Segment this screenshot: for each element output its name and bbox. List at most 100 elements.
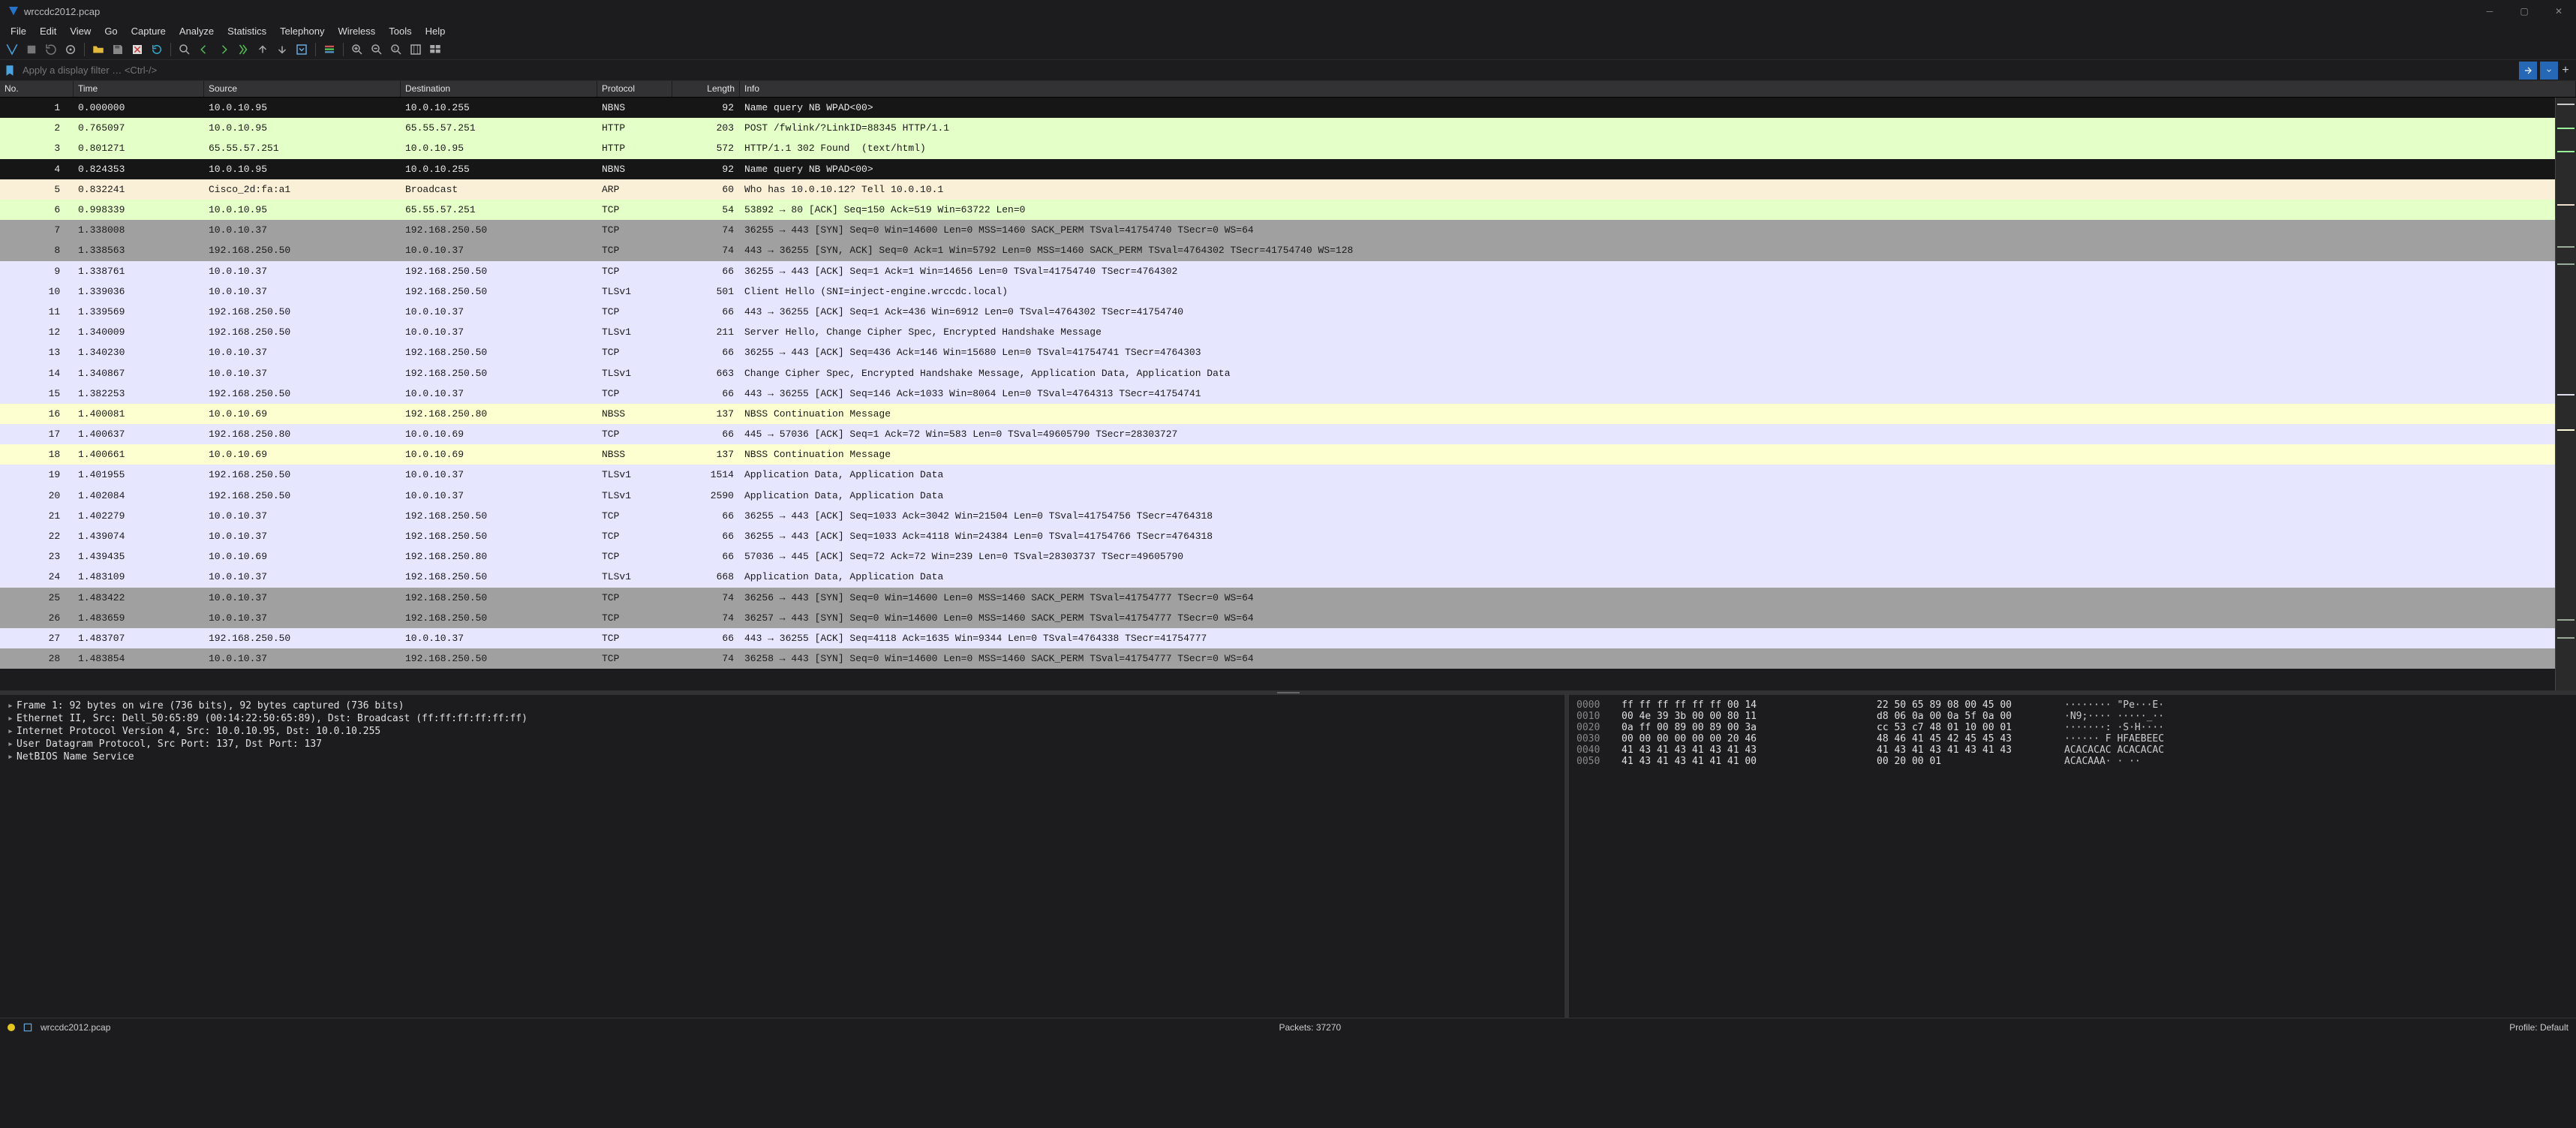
packet-row[interactable]: 5 0.832241Cisco_2d:fa:a1BroadcastARP60Wh… <box>0 179 2576 200</box>
go-to-packet-icon[interactable] <box>236 42 251 57</box>
save-file-icon[interactable] <box>110 42 125 57</box>
hex-line[interactable]: 00200a ff 00 89 00 89 00 3acc 53 c7 48 0… <box>1577 722 2568 733</box>
packet-row[interactable]: 11 1.339569192.168.250.5010.0.10.37TCP66… <box>0 302 2576 322</box>
packet-row[interactable]: 16 1.40008110.0.10.69192.168.250.80NBSS1… <box>0 404 2576 424</box>
bookmark-icon[interactable] <box>3 64 17 77</box>
tree-node[interactable]: ▸Internet Protocol Version 4, Src: 10.0.… <box>8 725 1557 738</box>
packet-row[interactable]: 17 1.400637192.168.250.8010.0.10.69TCP66… <box>0 424 2576 444</box>
hex-line[interactable]: 001000 4e 39 3b 00 00 80 11d8 06 0a 00 0… <box>1577 711 2568 722</box>
packet-row[interactable]: 1 0.00000010.0.10.9510.0.10.255NBNS92Nam… <box>0 98 2576 118</box>
minimize-button[interactable]: ─ <box>2472 0 2507 23</box>
auto-scroll-icon[interactable] <box>294 42 309 57</box>
menu-telephony[interactable]: Telephony <box>274 24 330 38</box>
col-info[interactable]: Info <box>740 81 2576 97</box>
col-destination[interactable]: Destination <box>401 81 597 97</box>
tree-node[interactable]: ▸User Datagram Protocol, Src Port: 137, … <box>8 738 1557 750</box>
maximize-button[interactable]: ▢ <box>2507 0 2541 23</box>
packet-row[interactable]: 24 1.48310910.0.10.37192.168.250.50TLSv1… <box>0 567 2576 587</box>
title-bar: wrccdc2012.pcap ─ ▢ ✕ <box>0 0 2576 23</box>
zoom-reset-icon[interactable]: 1 <box>389 42 404 57</box>
packet-row[interactable]: 25 1.48342210.0.10.37192.168.250.50TCP74… <box>0 588 2576 608</box>
menu-file[interactable]: File <box>5 24 32 38</box>
packet-row[interactable]: 19 1.401955192.168.250.5010.0.10.37TLSv1… <box>0 465 2576 485</box>
menu-go[interactable]: Go <box>98 24 123 38</box>
hex-line[interactable]: 004041 43 41 43 41 43 41 4341 43 41 43 4… <box>1577 744 2568 756</box>
go-forward-icon[interactable] <box>216 42 231 57</box>
packet-row[interactable]: 27 1.483707192.168.250.5010.0.10.37TCP66… <box>0 628 2576 648</box>
status-packets: Packets: 37270 <box>1279 1022 1341 1033</box>
reload-file-icon[interactable] <box>149 42 164 57</box>
restart-capture-icon[interactable] <box>44 42 59 57</box>
packet-row[interactable]: 7 1.33800810.0.10.37192.168.250.50TCP743… <box>0 220 2576 240</box>
menu-wireless[interactable]: Wireless <box>332 24 381 38</box>
resize-columns-icon[interactable] <box>408 42 423 57</box>
menu-capture[interactable]: Capture <box>125 24 172 38</box>
packet-minimap[interactable] <box>2555 98 2576 690</box>
packet-row[interactable]: 21 1.40227910.0.10.37192.168.250.50TCP66… <box>0 506 2576 526</box>
packet-row[interactable]: 4 0.82435310.0.10.9510.0.10.255NBNS92Nam… <box>0 159 2576 179</box>
toolbar: 1 <box>0 39 2576 60</box>
hex-line[interactable]: 003000 00 00 00 00 00 20 4648 46 41 45 4… <box>1577 733 2568 744</box>
find-packet-icon[interactable] <box>177 42 192 57</box>
packet-row[interactable]: 22 1.43907410.0.10.37192.168.250.50TCP66… <box>0 526 2576 546</box>
packet-details-tree[interactable]: ▸Frame 1: 92 bytes on wire (736 bits), 9… <box>0 695 1565 1018</box>
zoom-in-icon[interactable] <box>350 42 365 57</box>
go-first-icon[interactable] <box>255 42 270 57</box>
display-filter-input[interactable] <box>20 62 2516 79</box>
packet-row[interactable]: 10 1.33903610.0.10.37192.168.250.50TLSv1… <box>0 281 2576 302</box>
menu-statistics[interactable]: Statistics <box>221 24 272 38</box>
col-length[interactable]: Length <box>672 81 740 97</box>
packet-row[interactable]: 15 1.382253192.168.250.5010.0.10.37TCP66… <box>0 384 2576 404</box>
menu-analyze[interactable]: Analyze <box>173 24 220 38</box>
status-file: wrccdc2012.pcap <box>41 1022 110 1033</box>
tree-node[interactable]: ▸Frame 1: 92 bytes on wire (736 bits), 9… <box>8 699 1557 712</box>
packet-row[interactable]: 13 1.34023010.0.10.37192.168.250.50TCP66… <box>0 342 2576 362</box>
menu-bar: File Edit View Go Capture Analyze Statis… <box>0 23 2576 39</box>
menu-help[interactable]: Help <box>419 24 452 38</box>
capture-file-icon <box>23 1022 33 1033</box>
tree-node[interactable]: ▸NetBIOS Name Service <box>8 750 1557 763</box>
filter-apply-button[interactable] <box>2519 62 2537 80</box>
packet-row[interactable]: 18 1.40066110.0.10.6910.0.10.69NBSS137NB… <box>0 444 2576 465</box>
hex-line[interactable]: 0000ff ff ff ff ff ff 00 1422 50 65 89 0… <box>1577 699 2568 711</box>
go-back-icon[interactable] <box>197 42 212 57</box>
menu-edit[interactable]: Edit <box>34 24 62 38</box>
start-capture-icon[interactable] <box>5 42 20 57</box>
col-no[interactable]: No. <box>0 81 74 97</box>
packet-row[interactable]: 9 1.33876110.0.10.37192.168.250.50TCP663… <box>0 261 2576 281</box>
packet-row[interactable]: 2 0.76509710.0.10.9565.55.57.251HTTP203P… <box>0 118 2576 138</box>
stop-capture-icon[interactable] <box>24 42 39 57</box>
tree-node[interactable]: ▸Ethernet II, Src: Dell_50:65:89 (00:14:… <box>8 712 1557 725</box>
hex-line[interactable]: 005041 43 41 43 41 41 41 0000 20 00 01AC… <box>1577 756 2568 767</box>
layout-icon[interactable] <box>428 42 443 57</box>
menu-tools[interactable]: Tools <box>383 24 417 38</box>
packet-row[interactable]: 14 1.34086710.0.10.37192.168.250.50TLSv1… <box>0 362 2576 383</box>
packet-row[interactable]: 12 1.340009192.168.250.5010.0.10.37TLSv1… <box>0 322 2576 342</box>
add-filter-button[interactable]: + <box>2558 64 2573 77</box>
packet-row[interactable]: 3 0.80127165.55.57.25110.0.10.95HTTP572H… <box>0 138 2576 158</box>
packet-row[interactable]: 23 1.43943510.0.10.69192.168.250.80TCP66… <box>0 546 2576 567</box>
packet-row[interactable]: 8 1.338563192.168.250.5010.0.10.37TCP744… <box>0 240 2576 260</box>
col-protocol[interactable]: Protocol <box>597 81 672 97</box>
capture-options-icon[interactable] <box>63 42 78 57</box>
menu-view[interactable]: View <box>64 24 97 38</box>
go-last-icon[interactable] <box>275 42 290 57</box>
packet-row[interactable]: 6 0.99833910.0.10.9565.55.57.251TCP54538… <box>0 200 2576 220</box>
window-title: wrccdc2012.pcap <box>24 6 100 17</box>
status-profile[interactable]: Profile: Default <box>2509 1022 2568 1033</box>
colorize-icon[interactable] <box>322 42 337 57</box>
packet-list[interactable]: 1 0.00000010.0.10.9510.0.10.255NBNS92Nam… <box>0 98 2576 690</box>
packet-row[interactable]: 28 1.48385410.0.10.37192.168.250.50TCP74… <box>0 648 2576 669</box>
col-source[interactable]: Source <box>204 81 401 97</box>
close-file-icon[interactable] <box>130 42 145 57</box>
status-bar: wrccdc2012.pcap Packets: 37270 Profile: … <box>0 1018 2576 1036</box>
expert-info-icon[interactable] <box>8 1024 15 1031</box>
packet-row[interactable]: 20 1.402084192.168.250.5010.0.10.37TLSv1… <box>0 486 2576 506</box>
open-file-icon[interactable] <box>91 42 106 57</box>
packet-bytes-hex[interactable]: 0000ff ff ff ff ff ff 00 1422 50 65 89 0… <box>1569 695 2576 1018</box>
filter-dropdown-button[interactable] <box>2540 62 2558 80</box>
col-time[interactable]: Time <box>74 81 204 97</box>
zoom-out-icon[interactable] <box>369 42 384 57</box>
close-button[interactable]: ✕ <box>2541 0 2576 23</box>
packet-row[interactable]: 26 1.48365910.0.10.37192.168.250.50TCP74… <box>0 608 2576 628</box>
